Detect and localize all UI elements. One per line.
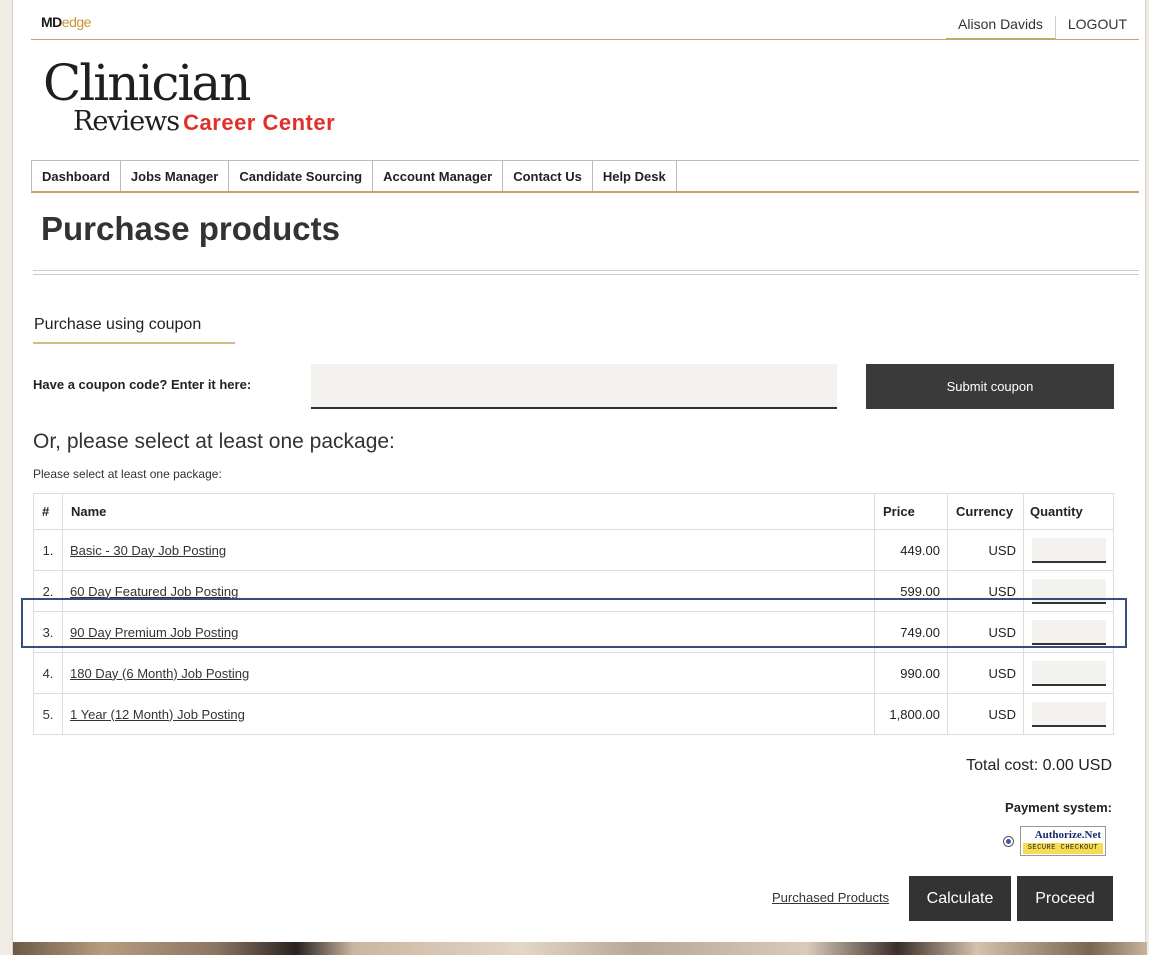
main-nav: Dashboard Jobs Manager Candidate Sourcin… [31, 160, 1139, 193]
row-name-cell: 1 Year (12 Month) Job Posting [62, 693, 875, 735]
mdedge-logo-edge: edge [61, 14, 92, 30]
row-quantity-cell [1023, 611, 1114, 653]
row-price: 599.00 [874, 570, 948, 612]
col-header-price: Price [874, 493, 948, 530]
row-number: 3. [33, 611, 63, 653]
authorize-net-secure: SECURE CHECKOUT [1023, 843, 1103, 854]
coupon-input[interactable] [311, 364, 837, 409]
nav-account-manager[interactable]: Account Manager [373, 161, 504, 191]
quantity-input[interactable] [1032, 619, 1106, 645]
table-row: 4. 180 Day (6 Month) Job Posting 990.00 … [33, 652, 1114, 694]
hero-image-strip [13, 942, 1147, 955]
row-currency: USD [947, 652, 1024, 694]
nav-contact-us[interactable]: Contact Us [503, 161, 593, 191]
user-links: Alison Davids LOGOUT [946, 0, 1139, 40]
payment-option-authorize-net[interactable]: Authorize.Net SECURE CHECKOUT [1003, 826, 1106, 856]
top-bar: MDedge Alison Davids LOGOUT [31, 0, 1139, 40]
title-divider [33, 270, 1139, 275]
package-link[interactable]: 90 Day Premium Job Posting [70, 625, 238, 640]
package-note: Please select at least one package: [33, 467, 222, 481]
logo-career-center: Career Center [183, 110, 336, 135]
quantity-input[interactable] [1032, 701, 1106, 727]
row-number: 2. [33, 570, 63, 612]
row-number: 1. [33, 529, 63, 571]
logo-reviews: Reviews [73, 106, 180, 137]
col-header-name: Name [62, 493, 875, 530]
row-price: 990.00 [874, 652, 948, 694]
mdedge-logo[interactable]: MDedge [41, 14, 91, 30]
coupon-label: Have a coupon code? Enter it here: [33, 377, 252, 392]
row-currency: USD [947, 611, 1024, 653]
table-row: 2. 60 Day Featured Job Posting 599.00 US… [33, 570, 1114, 612]
table-row: 1. Basic - 30 Day Job Posting 449.00 USD [33, 529, 1114, 571]
authorize-net-logo: Authorize.Net SECURE CHECKOUT [1020, 826, 1106, 856]
row-price: 449.00 [874, 529, 948, 571]
package-link[interactable]: 1 Year (12 Month) Job Posting [70, 707, 245, 722]
row-name-cell: 60 Day Featured Job Posting [62, 570, 875, 612]
package-link[interactable]: Basic - 30 Day Job Posting [70, 543, 226, 558]
user-name-link[interactable]: Alison Davids [946, 16, 1056, 40]
page-title: Purchase products [41, 210, 340, 247]
site-logo[interactable]: Clinician Reviews Career Center [43, 54, 335, 137]
row-quantity-cell [1023, 693, 1114, 735]
row-currency: USD [947, 570, 1024, 612]
mdedge-logo-md: MD [41, 14, 62, 30]
row-currency: USD [947, 693, 1024, 735]
logout-link[interactable]: LOGOUT [1056, 0, 1139, 40]
logo-reviews-line: Reviews Career Center [73, 106, 335, 137]
authorize-net-name: Authorize.Net [1034, 829, 1101, 841]
quantity-input[interactable] [1032, 578, 1106, 604]
quantity-input[interactable] [1032, 660, 1106, 686]
col-header-number: # [33, 493, 63, 530]
total-cost: Total cost: 0.00 USD [966, 757, 1112, 774]
submit-coupon-button[interactable]: Submit coupon [866, 364, 1114, 409]
row-price: 1,800.00 [874, 693, 948, 735]
quantity-input[interactable] [1032, 537, 1106, 563]
nav-dashboard[interactable]: Dashboard [31, 161, 121, 191]
payment-radio[interactable] [1003, 835, 1014, 847]
row-quantity-cell [1023, 570, 1114, 612]
nav-jobs-manager[interactable]: Jobs Manager [121, 161, 230, 191]
row-quantity-cell [1023, 529, 1114, 571]
row-price: 749.00 [874, 611, 948, 653]
package-heading: Or, please select at least one package: [33, 430, 395, 453]
nav-candidate-sourcing[interactable]: Candidate Sourcing [229, 161, 374, 191]
col-header-quantity: Quantity [1023, 493, 1114, 530]
logo-clinician: Clinician [43, 54, 251, 112]
tab-purchase-using-coupon[interactable]: Purchase using coupon [33, 316, 235, 344]
calculate-button[interactable]: Calculate [909, 876, 1011, 921]
package-link[interactable]: 180 Day (6 Month) Job Posting [70, 666, 249, 681]
row-name-cell: Basic - 30 Day Job Posting [62, 529, 875, 571]
table-header-row: # Name Price Currency Quantity [33, 493, 1114, 530]
table-row: 5. 1 Year (12 Month) Job Posting 1,800.0… [33, 693, 1114, 735]
page: MDedge Alison Davids LOGOUT Clinician Re… [12, 0, 1147, 955]
payment-system-label: Payment system: [1005, 800, 1112, 815]
table-row: 3. 90 Day Premium Job Posting 749.00 USD [33, 611, 1114, 653]
row-currency: USD [947, 529, 1024, 571]
row-number: 4. [33, 652, 63, 694]
purchased-products-link[interactable]: Purchased Products [772, 890, 889, 905]
package-link[interactable]: 60 Day Featured Job Posting [70, 584, 238, 599]
row-number: 5. [33, 693, 63, 735]
proceed-button[interactable]: Proceed [1017, 876, 1113, 921]
row-name-cell: 180 Day (6 Month) Job Posting [62, 652, 875, 694]
col-header-currency: Currency [947, 493, 1024, 530]
row-quantity-cell [1023, 652, 1114, 694]
row-name-cell: 90 Day Premium Job Posting [62, 611, 875, 653]
package-table: # Name Price Currency Quantity 1. Basic … [33, 493, 1114, 735]
nav-help-desk[interactable]: Help Desk [593, 161, 677, 191]
